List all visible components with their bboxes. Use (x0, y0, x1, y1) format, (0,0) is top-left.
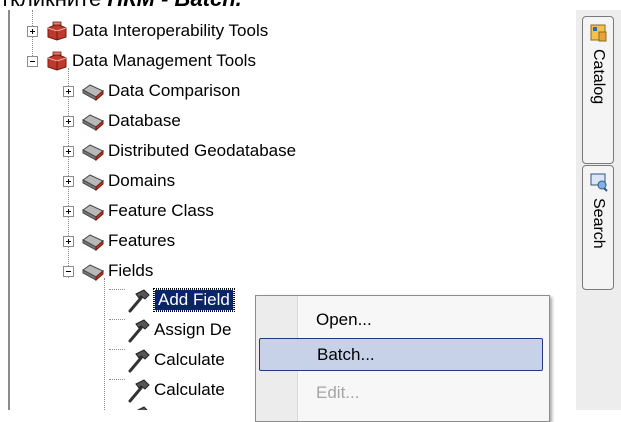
collapse-icon[interactable] (63, 265, 74, 277)
hammer-icon (128, 319, 150, 343)
toolset-icon (82, 174, 104, 191)
toolset-icon (82, 204, 104, 221)
tree-item-label: Calculate (154, 380, 225, 399)
tree-item-label: Distributed Geodatabase (108, 141, 297, 160)
catalog-tab-label: Catalog (590, 49, 607, 105)
tree-item-fields[interactable]: Fields (63, 257, 153, 285)
menu-item-open[interactable]: Open... (259, 303, 543, 336)
tree-item-domains[interactable]: Domains (63, 167, 175, 195)
tree-item-data-interoperability-tools[interactable]: Data Interoperability Tools (27, 17, 268, 45)
tree-item-label: Feature Class (108, 201, 214, 220)
expand-icon[interactable] (63, 235, 74, 247)
tree-item-features[interactable]: Features (63, 227, 175, 255)
tree-item-distributed-geodatabase[interactable]: Distributed Geodatabase (63, 137, 296, 165)
tree-item-data-comparison[interactable]: Data Comparison (63, 77, 240, 105)
menu-item-label: Batch... (317, 344, 375, 364)
menu-item-batch[interactable]: Batch... (259, 338, 543, 371)
toolset-icon (82, 264, 104, 281)
tree-item-label: Database (108, 111, 181, 130)
catalog-tab[interactable]: Catalog (582, 16, 614, 164)
expand-icon[interactable] (63, 145, 74, 157)
tree-item-label: Data Management Tools (72, 51, 256, 70)
tree-item-add-field[interactable]: Add Field (118, 286, 235, 314)
tree-item-database[interactable]: Database (63, 107, 181, 135)
tree-item-data-management-tools[interactable]: Data Management Tools (27, 47, 256, 75)
tree-item-label: Features (108, 231, 176, 250)
tree-item-label: Fields (108, 261, 154, 280)
tree-item-label: Data Comparison (108, 81, 241, 100)
tree-item-calculate-2[interactable]: Calculate (118, 376, 225, 404)
hammer-icon (136, 406, 148, 410)
toolbox-icon (47, 21, 67, 41)
expand-icon[interactable] (63, 85, 74, 97)
hammer-icon (128, 289, 150, 313)
toolset-icon (82, 234, 104, 251)
search-tab-label: Search (590, 198, 607, 249)
expand-icon[interactable] (63, 115, 74, 127)
catalog-icon (590, 24, 607, 42)
right-dock: Catalog Search (576, 10, 621, 410)
expand-icon[interactable] (63, 175, 74, 187)
search-tab[interactable]: Search (582, 165, 614, 290)
heading-prefix: ткликните (0, 0, 101, 10)
instruction-heading: ткликните ПКМ - Batch. (0, 0, 580, 10)
tree-item-label: Calculate (154, 350, 225, 369)
tree-item-calculate-1[interactable]: Calculate (118, 346, 225, 374)
tree-item-label: Assign De (154, 320, 232, 339)
toolset-icon (82, 144, 104, 161)
menu-item-label: Open... (316, 309, 372, 329)
hammer-icon (128, 349, 150, 373)
collapse-icon[interactable] (27, 55, 38, 67)
menu-item-edit[interactable]: Edit... (259, 376, 543, 409)
search-icon (590, 173, 608, 192)
expand-icon[interactable] (27, 25, 38, 37)
tree-item-assign-default[interactable]: Assign De (118, 316, 231, 344)
toolset-icon (82, 114, 104, 131)
toolbox-icon (47, 51, 67, 71)
menu-item-label: Edit... (316, 382, 360, 402)
heading-bold-part: ПКМ - Batch. (107, 0, 241, 10)
context-menu: Open... Batch... Edit... (255, 295, 550, 422)
tree-item-label: Data Interoperability Tools (72, 21, 269, 40)
tree-item-feature-class[interactable]: Feature Class (63, 197, 214, 225)
expand-icon[interactable] (63, 205, 74, 217)
toolset-icon (82, 84, 104, 101)
tree-item-partial (118, 403, 154, 410)
hammer-icon (128, 379, 150, 403)
tree-item-label: Domains (108, 171, 176, 190)
tree-item-label: Add Field (153, 288, 235, 312)
